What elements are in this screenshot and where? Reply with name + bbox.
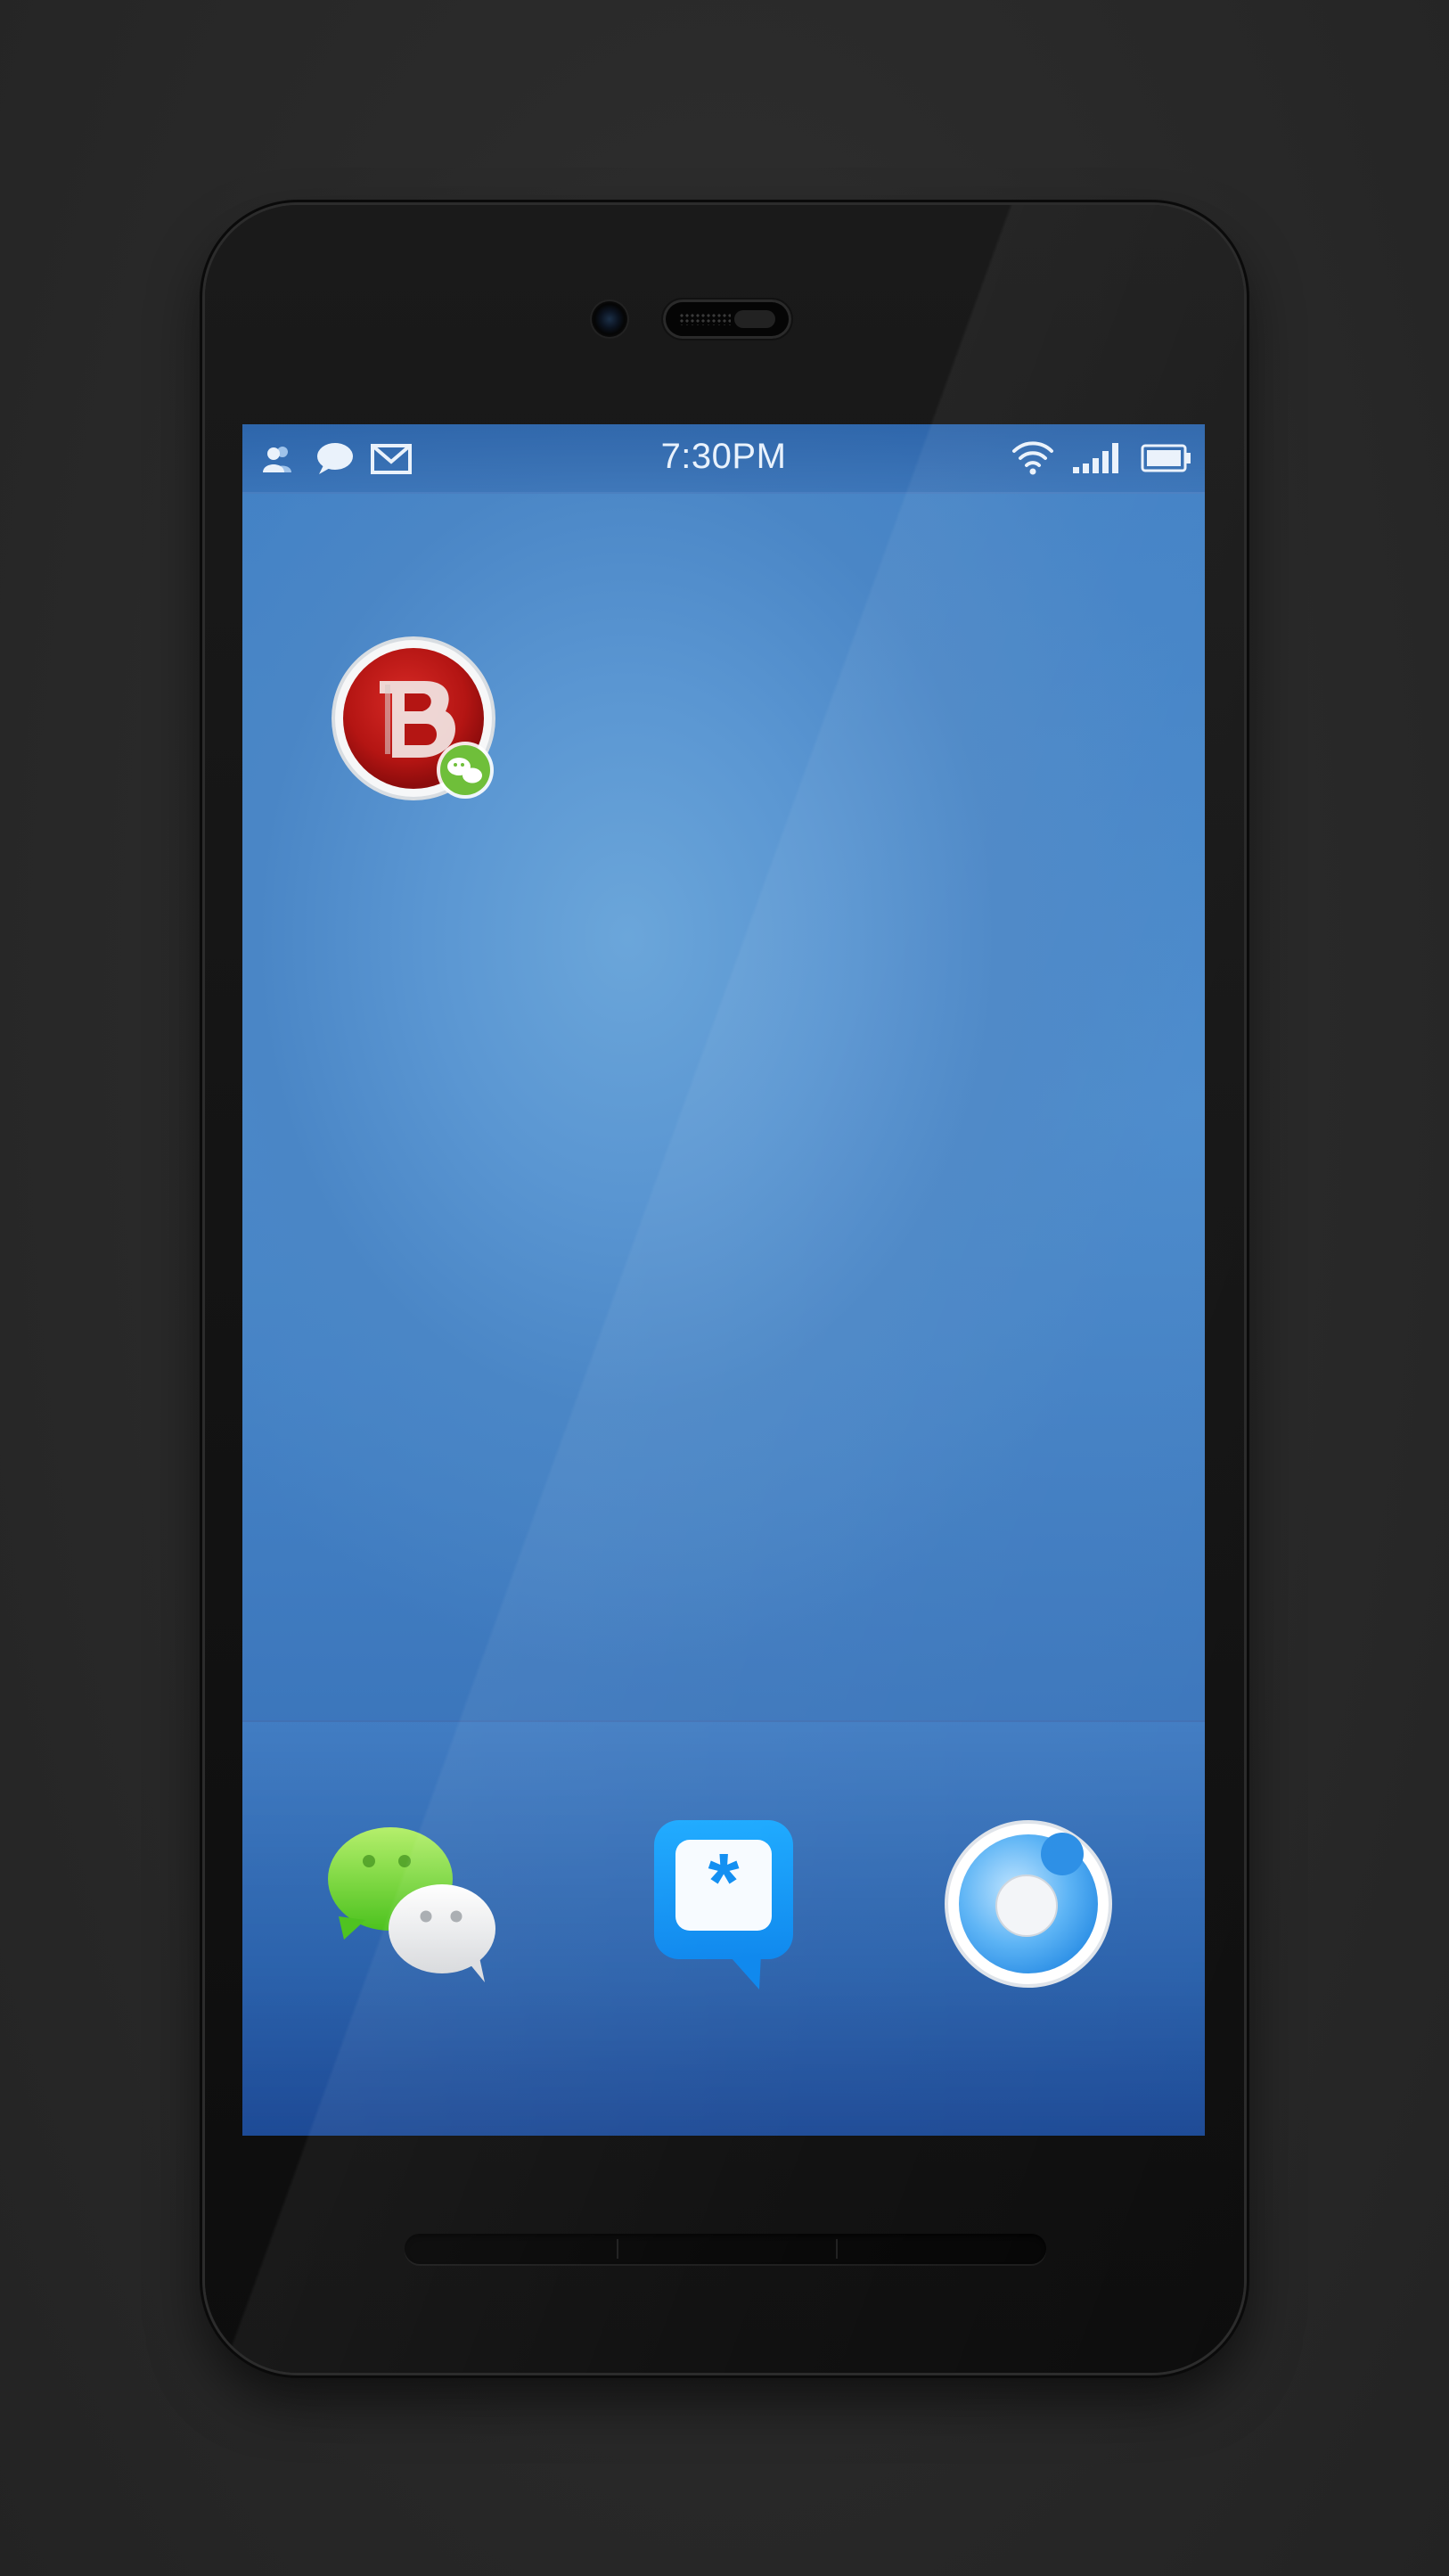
asterisk-speech-bubble-icon: *	[654, 1820, 793, 1989]
home-bar-divider	[617, 2239, 618, 2259]
home-bar-divider	[836, 2239, 838, 2259]
wechat-chat-bubbles-icon	[328, 1827, 495, 1982]
wifi-icon	[1012, 441, 1053, 475]
signal-icon	[1073, 443, 1118, 473]
home-button-bar[interactable]	[405, 2234, 1046, 2264]
red-circle-b-icon	[332, 636, 495, 800]
sensor-slot	[734, 310, 775, 328]
front-camera	[592, 301, 627, 337]
svg-text:*: *	[708, 1838, 739, 1927]
earpiece-speaker	[663, 299, 791, 339]
asterisk-chat-app-icon[interactable]: *	[649, 1815, 800, 1993]
status-time: 7:30PM	[660, 437, 787, 476]
phone-body: 7:30PM *	[205, 205, 1244, 2373]
dock: *	[242, 1720, 1205, 2136]
wechat-app-icon[interactable]	[326, 1824, 504, 1984]
battery-icon	[1141, 444, 1191, 472]
speaker-grill	[679, 313, 731, 325]
blue-ring-icon	[945, 1820, 1112, 1988]
circle-app-icon[interactable]	[941, 1817, 1116, 1991]
home-screen: 7:30PM *	[242, 424, 1205, 2136]
b-app-icon[interactable]	[330, 635, 508, 813]
status-bar: 7:30PM	[242, 424, 1205, 494]
phone-right-side-button[interactable]	[1244, 1132, 1249, 1435]
